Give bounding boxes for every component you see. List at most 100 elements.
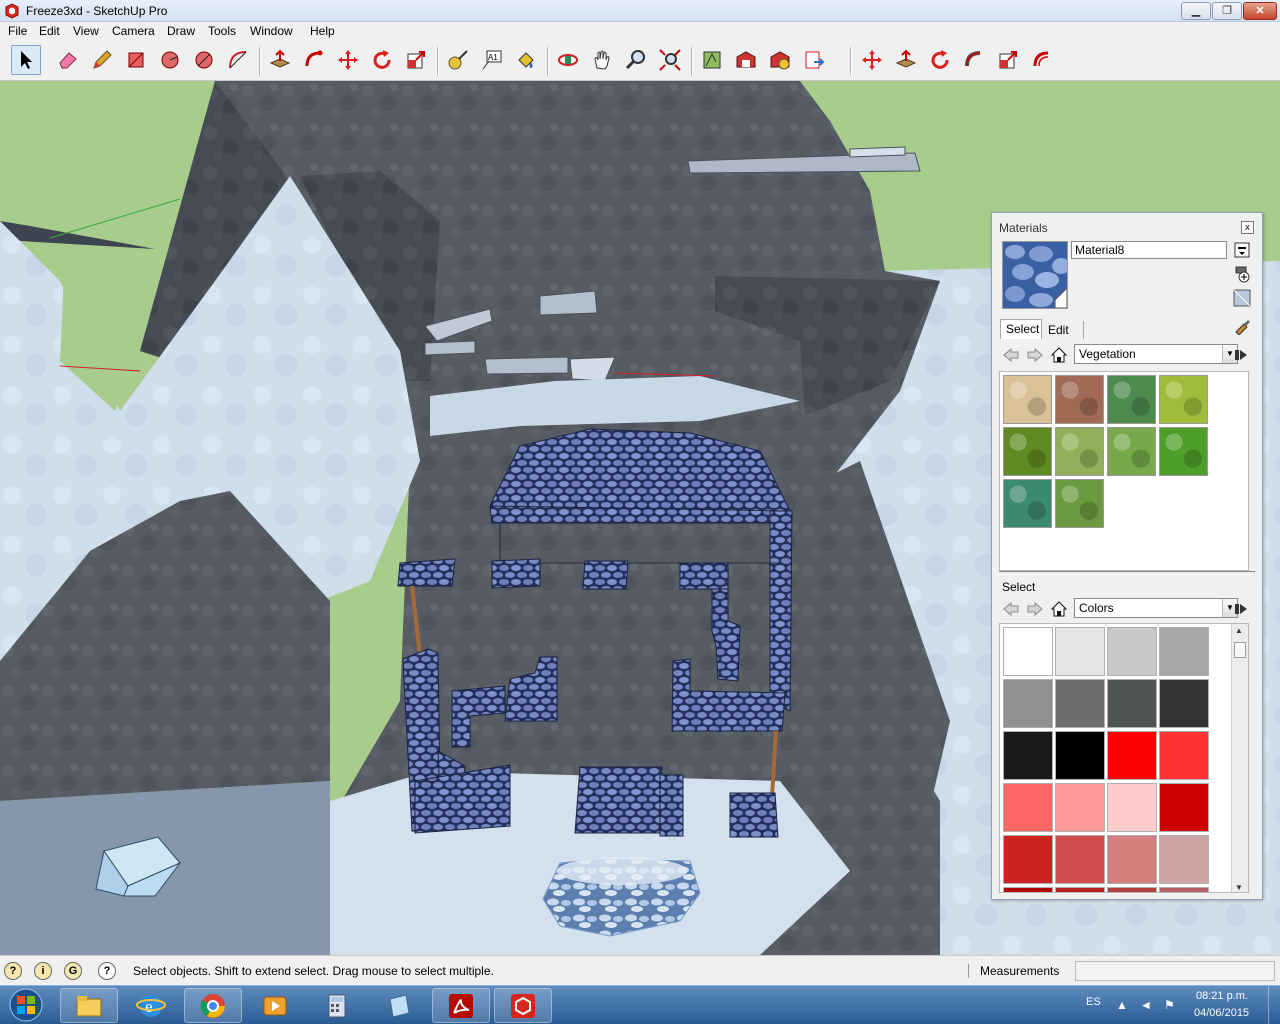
color-swatch[interactable] bbox=[1107, 783, 1157, 832]
export-tool-button[interactable] bbox=[799, 45, 829, 75]
materials-close-button[interactable]: x bbox=[1241, 221, 1254, 234]
colors-scrollbar[interactable]: ▲ ▼ bbox=[1231, 624, 1248, 892]
default-material-icon[interactable] bbox=[1233, 289, 1251, 307]
scroll-up-icon[interactable]: ▲ bbox=[1235, 626, 1243, 635]
details-arrow-icon[interactable] bbox=[1232, 600, 1250, 618]
rectangle-tool-button[interactable] bbox=[121, 45, 151, 75]
taskbar-sketchup[interactable] bbox=[494, 988, 552, 1023]
minimize-button[interactable]: ▁ bbox=[1181, 2, 1211, 20]
pan-tool-button[interactable] bbox=[587, 45, 617, 75]
material-name-field[interactable]: Material8 bbox=[1071, 241, 1227, 259]
menu-window[interactable]: Window bbox=[248, 24, 295, 38]
credits-icon[interactable]: i bbox=[34, 962, 52, 980]
help-icon[interactable]: ? bbox=[98, 962, 116, 980]
push-pull-tool-button-2[interactable] bbox=[891, 45, 921, 75]
colors-library-dropdown[interactable]: Colors ▼ bbox=[1074, 598, 1238, 618]
vegetation-swatch[interactable] bbox=[1159, 427, 1208, 476]
scale-tool-button[interactable] bbox=[401, 45, 431, 75]
color-swatch[interactable] bbox=[1055, 887, 1105, 892]
color-swatch[interactable] bbox=[1159, 679, 1209, 728]
share-model-tool-button[interactable] bbox=[765, 45, 795, 75]
details-arrow-icon[interactable] bbox=[1232, 346, 1250, 364]
taskbar-notes[interactable] bbox=[370, 988, 428, 1023]
maximize-button[interactable]: ❐ bbox=[1212, 2, 1242, 20]
push-pull-tool-button[interactable] bbox=[265, 45, 295, 75]
taskbar-file-explorer[interactable] bbox=[60, 988, 118, 1023]
taskbar-chrome[interactable] bbox=[184, 988, 242, 1023]
taskbar-calculator[interactable] bbox=[308, 988, 366, 1023]
move-tool-button[interactable] bbox=[333, 45, 363, 75]
tape-measure-tool-button[interactable] bbox=[443, 45, 473, 75]
color-swatch[interactable] bbox=[1055, 679, 1105, 728]
vegetation-swatch[interactable] bbox=[1107, 427, 1156, 476]
back-arrow-icon[interactable] bbox=[1002, 346, 1020, 364]
home-icon[interactable] bbox=[1050, 600, 1068, 618]
taskbar-media-player[interactable] bbox=[246, 988, 304, 1023]
vegetation-swatch[interactable] bbox=[1003, 479, 1052, 528]
tab-select[interactable]: Select bbox=[1000, 319, 1042, 339]
action-center-flag-icon[interactable]: ⚑ bbox=[1164, 998, 1175, 1012]
offset-tool-button[interactable] bbox=[1027, 45, 1057, 75]
geo-icon[interactable]: ? bbox=[4, 962, 22, 980]
follow-me-tool-button-2[interactable] bbox=[959, 45, 989, 75]
color-swatch[interactable] bbox=[1055, 835, 1105, 884]
menu-help[interactable]: Help bbox=[308, 24, 337, 38]
taskbar-acrobat[interactable] bbox=[432, 988, 490, 1023]
rotate-tool-button-2[interactable] bbox=[925, 45, 955, 75]
color-swatch[interactable] bbox=[1107, 731, 1157, 780]
color-swatch[interactable] bbox=[1159, 887, 1209, 892]
volume-icon[interactable]: ◄ bbox=[1140, 998, 1152, 1012]
start-button[interactable] bbox=[4, 987, 48, 1024]
color-swatch[interactable] bbox=[1055, 731, 1105, 780]
measurements-input[interactable] bbox=[1075, 961, 1275, 981]
scale-tool-button-2[interactable] bbox=[993, 45, 1023, 75]
vegetation-swatch[interactable] bbox=[1055, 427, 1104, 476]
forward-arrow-icon[interactable] bbox=[1026, 600, 1044, 618]
color-swatch[interactable] bbox=[1003, 731, 1053, 780]
arc-tool-button[interactable] bbox=[223, 45, 253, 75]
color-swatch[interactable] bbox=[1159, 783, 1209, 832]
color-swatch[interactable] bbox=[1003, 783, 1053, 832]
menu-tools[interactable]: Tools bbox=[206, 24, 238, 38]
show-hidden-icons[interactable]: ▲ bbox=[1116, 998, 1128, 1012]
pencil-tool-button[interactable] bbox=[87, 45, 117, 75]
close-button[interactable]: ✕ bbox=[1243, 2, 1277, 20]
vegetation-swatch[interactable] bbox=[1055, 375, 1104, 424]
clock-date[interactable]: 04/06/2015 bbox=[1194, 1007, 1249, 1019]
color-swatch[interactable] bbox=[1107, 887, 1157, 892]
show-desktop-button[interactable] bbox=[1268, 986, 1280, 1024]
vegetation-swatch[interactable] bbox=[1003, 427, 1052, 476]
menu-draw[interactable]: Draw bbox=[165, 24, 197, 38]
zoom-extents-tool-button[interactable] bbox=[655, 45, 685, 75]
tab-edit[interactable]: Edit bbox=[1044, 321, 1084, 339]
menu-camera[interactable]: Camera bbox=[110, 24, 157, 38]
menu-view[interactable]: View bbox=[71, 24, 101, 38]
vegetation-swatch[interactable] bbox=[1003, 375, 1052, 424]
eraser-tool-button[interactable] bbox=[53, 45, 83, 75]
menu-file[interactable]: File bbox=[6, 24, 29, 38]
text-tool-button[interactable]: A1 bbox=[477, 45, 507, 75]
color-swatch[interactable] bbox=[1107, 679, 1157, 728]
back-arrow-icon[interactable] bbox=[1002, 600, 1020, 618]
orbit-tool-button[interactable] bbox=[553, 45, 583, 75]
color-swatch[interactable] bbox=[1159, 627, 1209, 676]
library-dropdown[interactable]: Vegetation ▼ bbox=[1074, 344, 1238, 364]
language-indicator[interactable]: ES bbox=[1086, 996, 1101, 1008]
color-swatch[interactable] bbox=[1107, 835, 1157, 884]
create-material-icon[interactable] bbox=[1233, 265, 1251, 283]
color-swatch[interactable] bbox=[1003, 835, 1053, 884]
taskbar-internet-explorer[interactable]: e bbox=[122, 988, 180, 1023]
color-swatch[interactable] bbox=[1107, 627, 1157, 676]
scroll-thumb[interactable] bbox=[1234, 642, 1246, 658]
account-icon[interactable]: G bbox=[64, 962, 82, 980]
color-swatch[interactable] bbox=[1159, 731, 1209, 780]
geo-location-tool-button[interactable] bbox=[697, 45, 727, 75]
move-tool-button-2[interactable] bbox=[857, 45, 887, 75]
home-icon[interactable] bbox=[1050, 346, 1068, 364]
rotate-tool-button[interactable] bbox=[367, 45, 397, 75]
vegetation-swatch[interactable] bbox=[1055, 479, 1104, 528]
color-swatch[interactable] bbox=[1055, 783, 1105, 832]
select-tool-button[interactable] bbox=[11, 45, 41, 75]
forward-arrow-icon[interactable] bbox=[1026, 346, 1044, 364]
vegetation-swatch[interactable] bbox=[1107, 375, 1156, 424]
